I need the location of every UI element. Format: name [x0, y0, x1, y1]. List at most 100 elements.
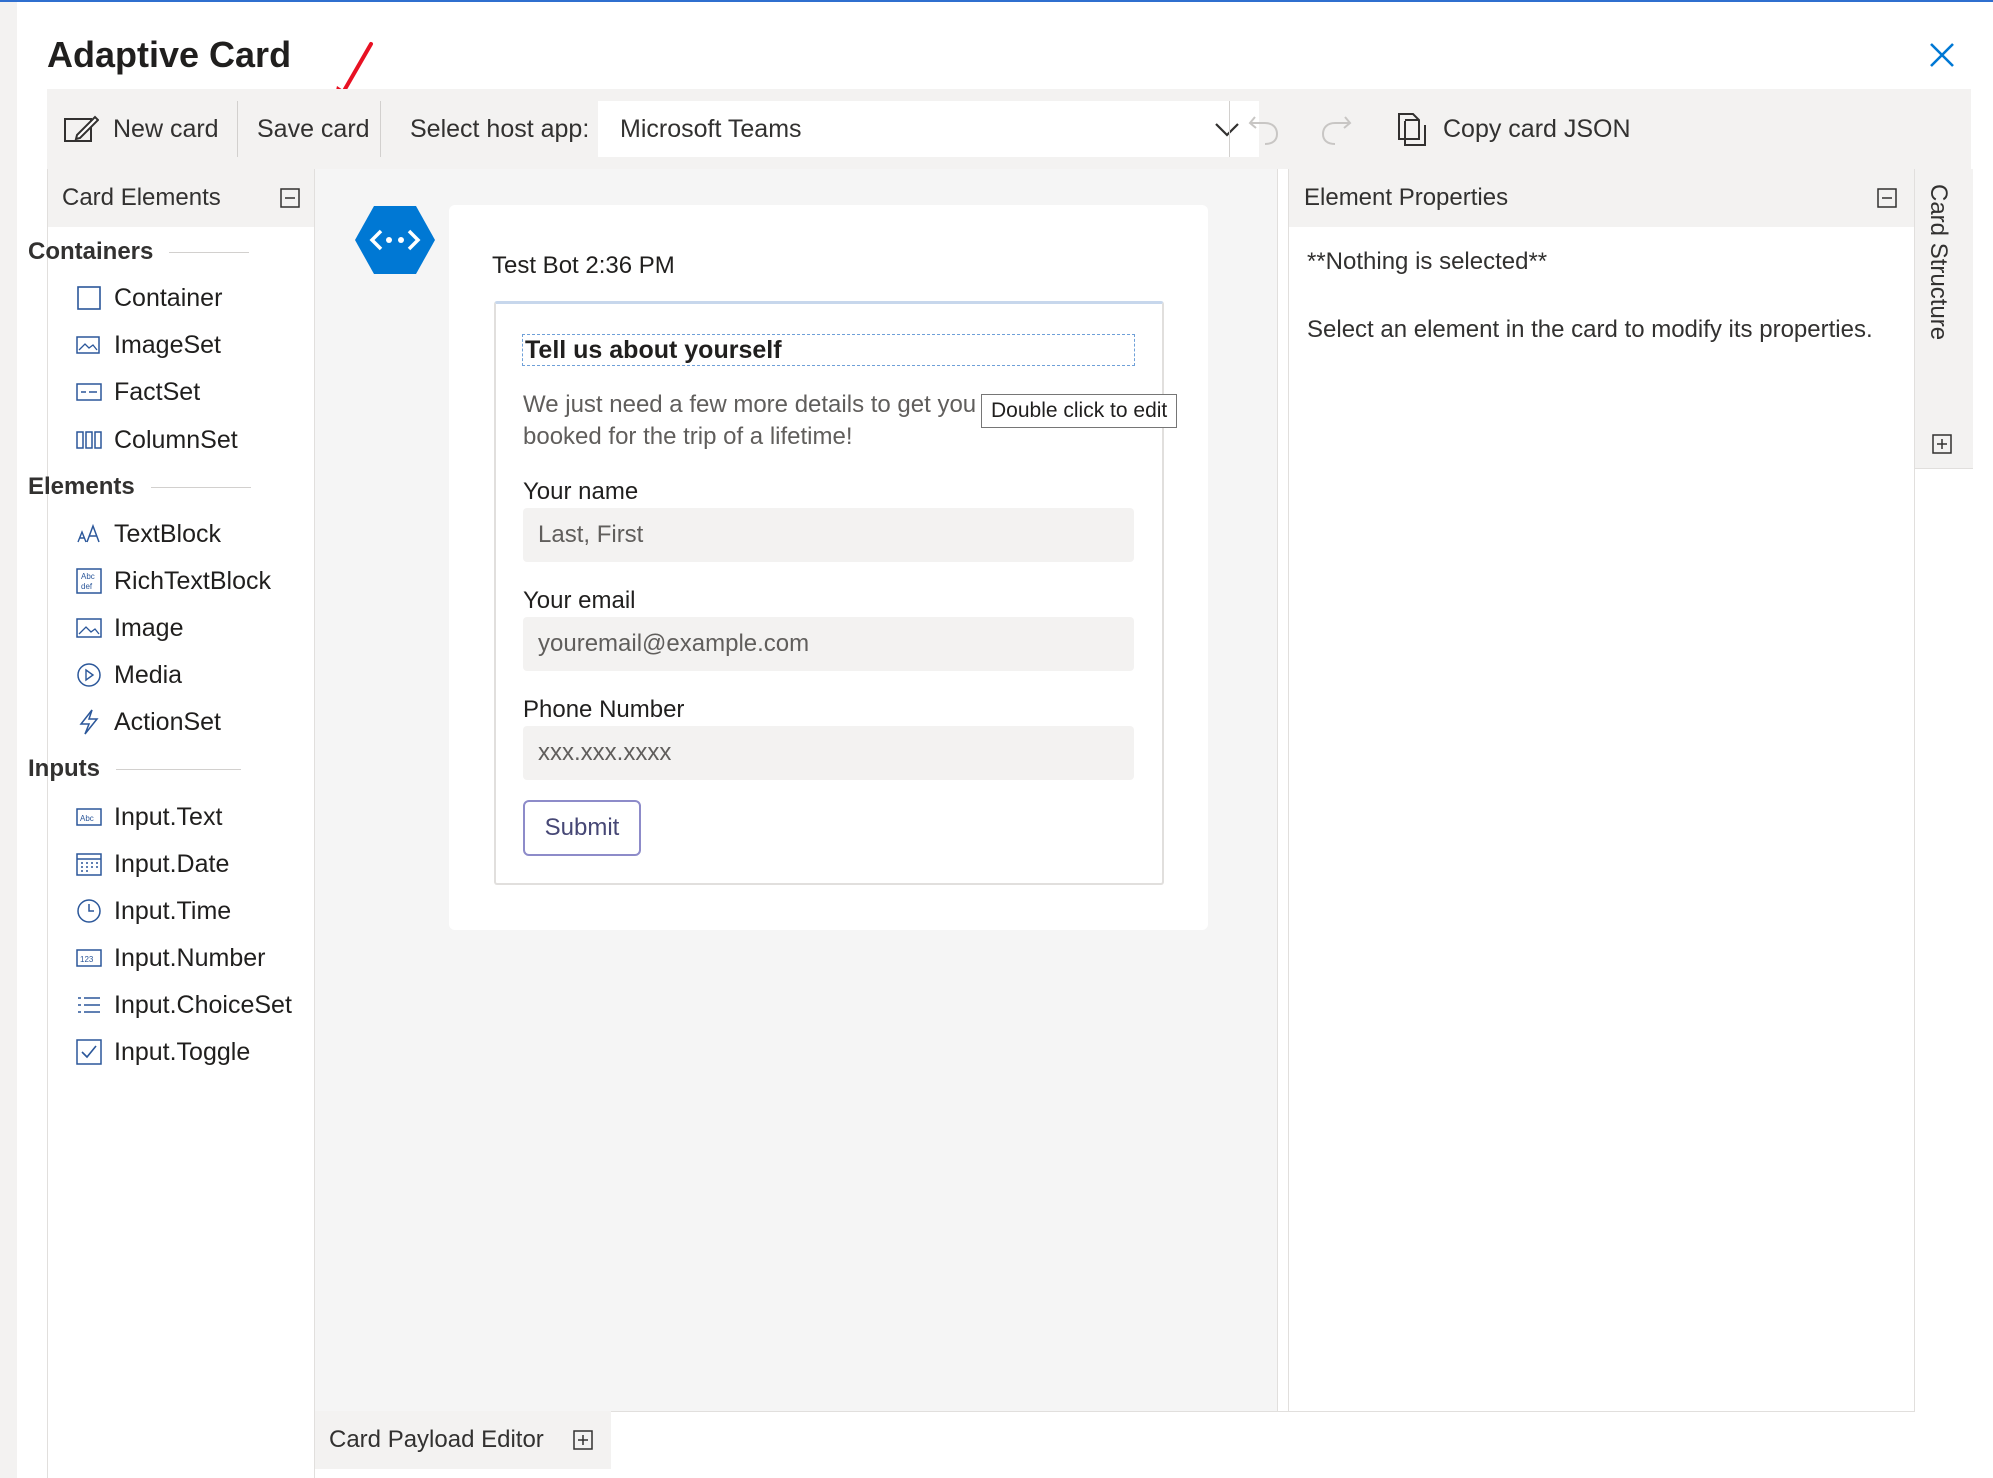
phone-label: Phone Number [523, 696, 685, 723]
element-image[interactable]: Image [76, 610, 183, 646]
element-container[interactable]: Container [76, 280, 222, 316]
collapse-icon[interactable] [280, 188, 300, 208]
new-card-icon [64, 115, 99, 142]
host-app-label-text: Select host app: [410, 114, 590, 143]
element-imageset[interactable]: ImageSet [76, 327, 221, 363]
element-label: Input.Toggle [114, 1037, 251, 1066]
card-structure-label: Card Structure [1925, 184, 1952, 341]
element-label: Input.Date [114, 849, 230, 878]
new-card-label: New card [113, 114, 219, 143]
group-title: Elements [28, 473, 135, 500]
element-label: Input.ChoiceSet [114, 990, 292, 1019]
phone-input[interactable] [523, 726, 1134, 780]
toolbar-separator [380, 101, 381, 157]
element-actionset[interactable]: ActionSet [76, 704, 221, 740]
media-icon [76, 662, 102, 688]
element-richtextblock[interactable]: Abc def RichTextBlock [76, 563, 271, 599]
element-label: Input.Number [114, 943, 266, 972]
name-label: Your name [523, 478, 639, 505]
element-label: Container [114, 283, 223, 312]
collapse-icon[interactable] [1877, 188, 1897, 208]
card-elements-title: Card Elements [62, 184, 221, 211]
double-click-tooltip: Double click to edit [981, 394, 1178, 428]
card-subtitle-textblock[interactable]: We just need a few more details to get y… [523, 389, 993, 453]
input-time-icon [76, 898, 102, 924]
element-label: TextBlock [114, 519, 221, 548]
element-label: Input.Time [114, 896, 232, 925]
chevron-down-icon [1215, 123, 1239, 137]
element-input-number[interactable]: 123 Input.Number [76, 940, 265, 976]
window-left-gutter [0, 2, 17, 1478]
element-label: ColumnSet [114, 425, 238, 454]
element-input-toggle[interactable]: Input.Toggle [76, 1034, 250, 1070]
undo-icon [1248, 116, 1279, 145]
element-properties-header: Element Properties [1289, 169, 1914, 227]
card-payload-editor-label: Card Payload Editor [329, 1426, 544, 1453]
element-media[interactable]: Media [76, 657, 182, 693]
element-factset[interactable]: FactSet [76, 374, 200, 410]
submit-button[interactable]: Submit [523, 800, 641, 856]
richtextblock-icon: Abc def [76, 568, 102, 594]
name-input[interactable] [523, 508, 1134, 562]
columnset-icon [76, 427, 102, 453]
properties-hint-text: Select an element in the card to modify … [1307, 316, 1873, 343]
bottom-strip [611, 1411, 1915, 1478]
close-button[interactable] [1925, 38, 1959, 72]
element-properties-title: Element Properties [1304, 184, 1509, 211]
nothing-selected-text: **Nothing is selected** [1307, 248, 1548, 275]
imageset-icon [76, 332, 102, 358]
host-app-label: Select host app: [410, 89, 589, 169]
card-payload-editor-tab[interactable]: Card Payload Editor [315, 1411, 611, 1469]
element-input-choiceset[interactable]: Input.ChoiceSet [76, 987, 292, 1023]
card-elements-header: Card Elements [48, 169, 314, 227]
email-input[interactable] [523, 617, 1134, 671]
input-choiceset-icon [76, 992, 102, 1018]
svg-text:def: def [81, 582, 93, 591]
window-title: Adaptive Card [47, 34, 292, 75]
element-input-date[interactable]: Input.Date [76, 846, 229, 882]
element-label: RichTextBlock [114, 566, 271, 595]
host-app-select[interactable]: Microsoft Teams [598, 101, 1259, 157]
group-containers: Containers [28, 238, 250, 266]
textblock-icon [76, 521, 102, 547]
card-title-textblock[interactable]: Tell us about yourself [522, 334, 1135, 366]
redo-button[interactable] [1319, 89, 1353, 169]
element-textblock[interactable]: TextBlock [76, 516, 221, 552]
factset-icon [76, 379, 102, 405]
close-icon [1930, 43, 1954, 67]
expand-icon[interactable] [1932, 434, 1952, 454]
toolbar-separator [237, 101, 238, 157]
input-text-icon: Abc [76, 804, 102, 830]
bot-avatar-icon [355, 206, 435, 274]
copy-json-button[interactable]: Copy card JSON [1395, 89, 1631, 169]
redo-icon [1321, 116, 1352, 145]
copy-icon [1398, 113, 1426, 146]
image-icon [76, 615, 102, 641]
element-columnset[interactable]: ColumnSet [76, 422, 238, 458]
email-label: Your email [523, 587, 636, 614]
save-card-button[interactable]: Save card [257, 89, 370, 169]
container-icon [76, 285, 102, 311]
toolbar-separator [1229, 101, 1230, 157]
input-date-icon [76, 851, 102, 877]
new-card-button[interactable]: New card [63, 89, 219, 169]
svg-text:Abc: Abc [81, 572, 95, 581]
group-elements: Elements [28, 473, 251, 501]
save-card-label: Save card [257, 114, 370, 143]
group-inputs: Inputs [28, 755, 241, 783]
copy-json-label: Copy card JSON [1443, 114, 1631, 143]
bot-name-timestamp: Test Bot 2:36 PM [492, 252, 675, 279]
element-input-time[interactable]: Input.Time [76, 893, 231, 929]
element-input-text[interactable]: Abc Input.Text [76, 799, 222, 835]
element-label: Media [114, 660, 183, 689]
undo-button[interactable] [1247, 89, 1281, 169]
svg-text:Abc: Abc [80, 814, 94, 823]
expand-icon[interactable] [573, 1430, 593, 1450]
element-label: ActionSet [114, 707, 222, 736]
toolbar: New card Save card Select host app: Micr… [47, 89, 1971, 169]
group-title: Containers [28, 238, 154, 265]
actionset-icon [76, 709, 102, 735]
element-label: Input.Text [114, 802, 223, 831]
input-number-icon: 123 [76, 945, 102, 971]
svg-text:123: 123 [80, 955, 94, 964]
